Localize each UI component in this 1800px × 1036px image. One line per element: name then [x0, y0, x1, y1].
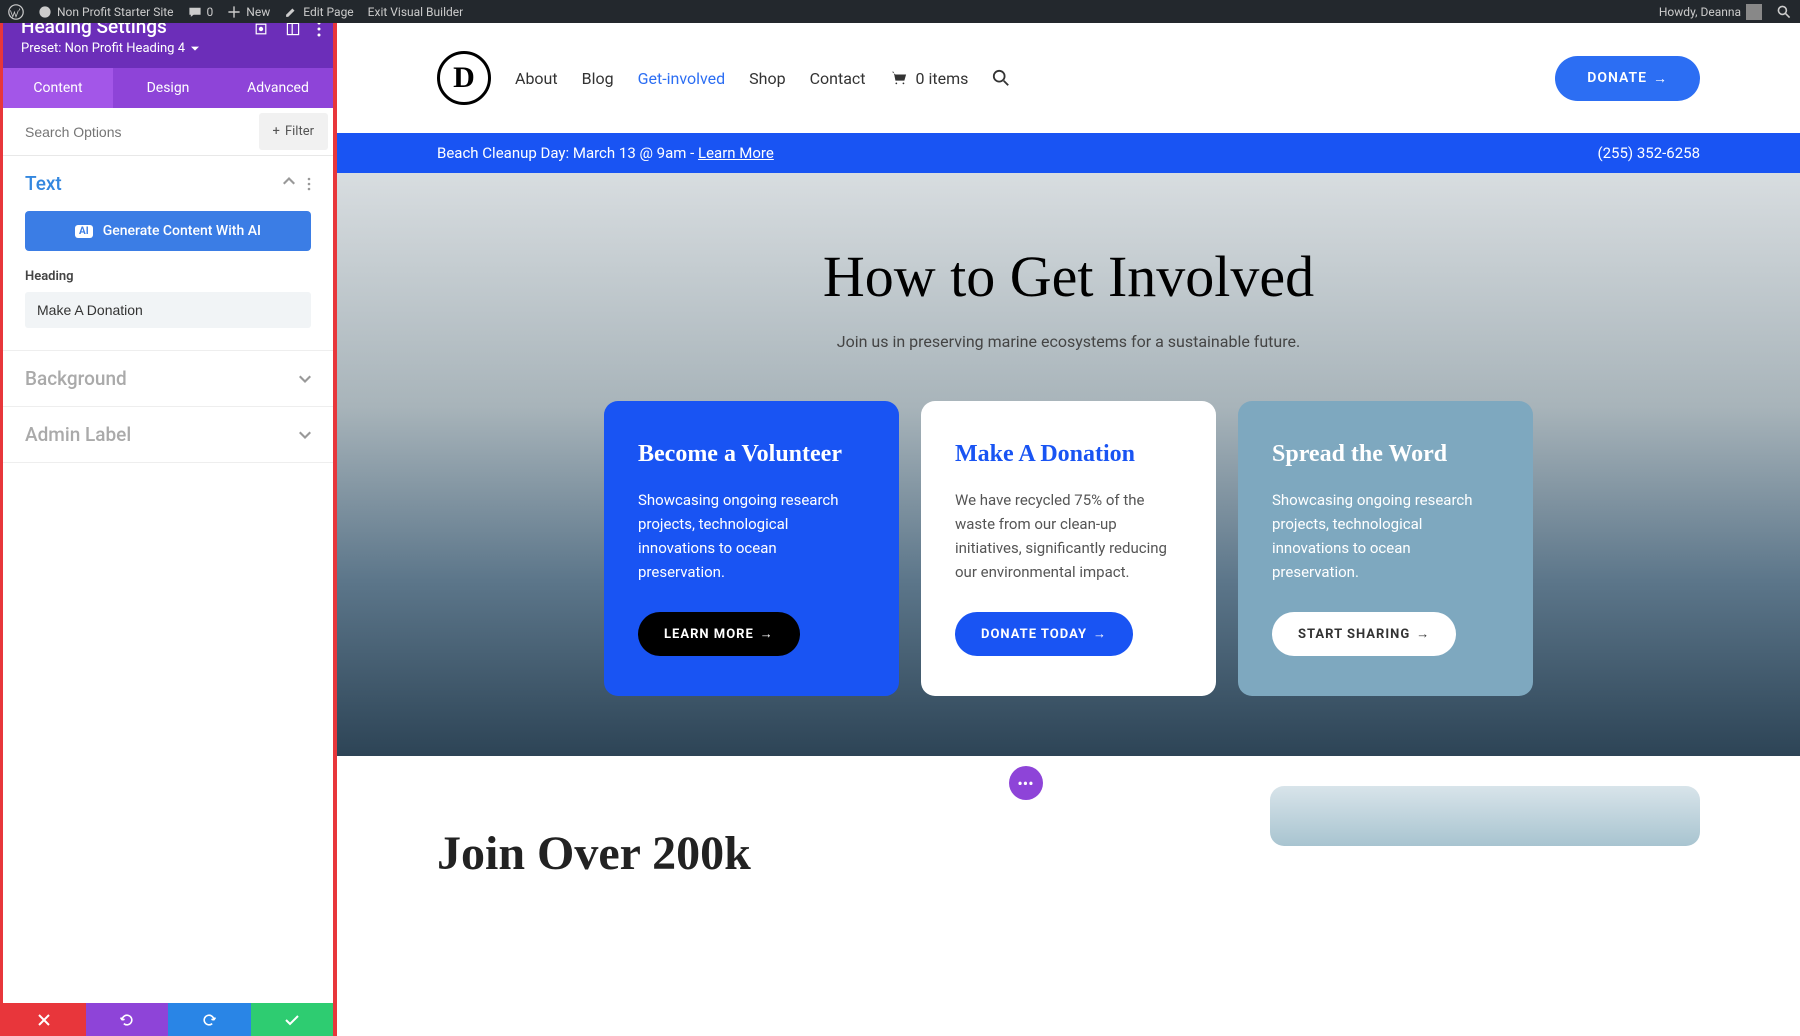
undo-button[interactable]	[86, 1003, 169, 1036]
card-body: Showcasing ongoing research projects, te…	[1272, 488, 1499, 584]
generate-ai-button[interactable]: AI Generate Content With AI	[25, 211, 311, 251]
chevron-down-icon	[299, 375, 311, 383]
wp-site-link[interactable]: Non Profit Starter Site	[38, 5, 174, 19]
card-donation: Make A Donation We have recycled 75% of …	[921, 401, 1216, 696]
more-icon[interactable]	[317, 21, 321, 37]
redo-button[interactable]	[168, 1003, 251, 1036]
greeting-text: Howdy, Deanna	[1659, 5, 1741, 19]
wp-new[interactable]: New	[227, 5, 270, 19]
section-text: Text AI Generate Content With AI Heading	[3, 156, 333, 351]
wp-edit-page[interactable]: Edit Page	[284, 5, 353, 19]
panel-header-icons	[253, 21, 321, 37]
wp-admin-left: Non Profit Starter Site 0 New Edit Page …	[8, 4, 463, 20]
arrow-right-icon: →	[1416, 626, 1430, 642]
background-title: Background	[25, 367, 127, 390]
admin-label-section-header[interactable]: Admin Label	[25, 407, 311, 462]
site-logo[interactable]: D	[437, 51, 491, 105]
wp-greeting[interactable]: Howdy, Deanna	[1659, 4, 1762, 20]
panel-tabs: Content Design Advanced	[3, 68, 333, 108]
cart-icon	[890, 70, 908, 86]
tab-content[interactable]: Content	[3, 68, 113, 108]
site-nav: D About Blog Get-involved Shop Contact 0…	[337, 23, 1800, 133]
notice-link[interactable]: Learn More	[698, 144, 774, 162]
nav-cart[interactable]: 0 items	[890, 69, 969, 88]
nav-get-involved[interactable]: Get-involved	[638, 69, 726, 88]
panel-search-bar: + Filter	[3, 108, 333, 156]
nav-about[interactable]: About	[515, 69, 558, 88]
more-icon[interactable]	[307, 177, 311, 191]
save-button[interactable]	[251, 1003, 334, 1036]
phone-number: (255) 352-6258	[1597, 144, 1700, 162]
tab-advanced[interactable]: Advanced	[223, 68, 333, 108]
tab-design[interactable]: Design	[113, 68, 223, 108]
nav-blog[interactable]: Blog	[582, 69, 614, 88]
learn-more-button[interactable]: LEARN MORE →	[638, 612, 800, 656]
card-body: We have recycled 75% of the waste from o…	[955, 488, 1182, 584]
text-section-header[interactable]: Text	[25, 156, 311, 211]
notice-text: Beach Cleanup Day: March 13 @ 9am - Lear…	[437, 144, 774, 162]
section-join: ••• Join Over 200k	[337, 756, 1800, 951]
donate-today-button[interactable]: DONATE TODAY →	[955, 612, 1133, 656]
search-icon[interactable]	[992, 69, 1010, 87]
nav-left: D About Blog Get-involved Shop Contact 0…	[437, 51, 1010, 105]
text-title: Text	[25, 172, 62, 195]
card-title: Become a Volunteer	[638, 441, 865, 468]
section-admin-label: Admin Label	[3, 407, 333, 463]
chevron-down-icon	[191, 46, 199, 52]
target-icon[interactable]	[253, 21, 269, 37]
comments-count: 0	[207, 5, 214, 19]
admin-label-title: Admin Label	[25, 423, 131, 446]
notice-bar: Beach Cleanup Day: March 13 @ 9am - Lear…	[337, 133, 1800, 173]
wp-admin-bar: Non Profit Starter Site 0 New Edit Page …	[0, 0, 1800, 23]
edit-page-label: Edit Page	[303, 5, 353, 19]
heading-label: Heading	[25, 269, 311, 284]
settings-panel: Heading Settings Preset: Non Profit Head…	[0, 0, 337, 1036]
hero-section: How to Get Involved Join us in preservin…	[337, 173, 1800, 756]
chevron-down-icon	[299, 431, 311, 439]
start-sharing-button[interactable]: START SHARING →	[1272, 612, 1456, 656]
hero-title: How to Get Involved	[437, 243, 1700, 310]
heading-input[interactable]	[25, 292, 311, 328]
card-volunteer: Become a Volunteer Showcasing ongoing re…	[604, 401, 899, 696]
nav-contact[interactable]: Contact	[810, 69, 866, 88]
main-content: D About Blog Get-involved Shop Contact 0…	[337, 23, 1800, 1036]
wp-admin-right: Howdy, Deanna	[1659, 4, 1792, 20]
donate-button[interactable]: DONATE →	[1555, 56, 1700, 101]
cards-row: Become a Volunteer Showcasing ongoing re…	[437, 401, 1700, 696]
arrow-right-icon: →	[1653, 70, 1668, 87]
card-title: Spread the Word	[1272, 441, 1499, 468]
panel-preset[interactable]: Preset: Non Profit Heading 4	[21, 41, 315, 56]
card-title: Make A Donation	[955, 441, 1182, 468]
layout-icon[interactable]	[285, 21, 301, 37]
section-background: Background	[3, 351, 333, 407]
card-body: Showcasing ongoing research projects, te…	[638, 488, 865, 584]
site-name: Non Profit Starter Site	[57, 5, 174, 19]
avatar	[1746, 4, 1762, 20]
chevron-up-icon	[283, 177, 295, 185]
panel-footer	[3, 1003, 333, 1036]
new-label: New	[246, 5, 270, 19]
wp-exit-builder[interactable]: Exit Visual Builder	[368, 5, 464, 19]
nav-shop[interactable]: Shop	[749, 69, 785, 88]
wp-comments[interactable]: 0	[188, 5, 214, 19]
search-input[interactable]	[3, 108, 254, 155]
wp-logo-icon[interactable]	[8, 4, 24, 20]
arrow-right-icon: →	[1093, 626, 1107, 642]
arrow-right-icon: →	[760, 626, 774, 642]
plus-icon: +	[273, 124, 280, 139]
builder-fab[interactable]: •••	[1009, 766, 1043, 800]
ai-badge-icon: AI	[75, 225, 93, 238]
filter-button[interactable]: + Filter	[259, 113, 328, 150]
hero-subtitle: Join us in preserving marine ecosystems …	[437, 332, 1700, 351]
card-spread: Spread the Word Showcasing ongoing resea…	[1238, 401, 1533, 696]
section2-image	[1270, 786, 1700, 846]
wp-search-icon[interactable]	[1776, 4, 1792, 20]
background-section-header[interactable]: Background	[25, 351, 311, 406]
cancel-button[interactable]	[3, 1003, 86, 1036]
